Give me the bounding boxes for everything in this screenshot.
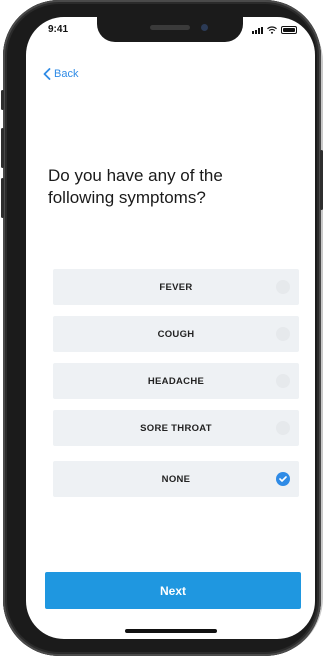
back-button[interactable]: Back	[43, 68, 78, 80]
question-heading: Do you have any of the following symptom…	[48, 166, 223, 207]
battery-icon	[281, 26, 297, 34]
option-cough[interactable]: COUGH	[53, 316, 299, 352]
option-sore-throat[interactable]: SORE THROAT	[53, 410, 299, 446]
volume-down-button	[1, 178, 4, 218]
notch	[97, 17, 243, 42]
status-icons	[252, 26, 297, 34]
option-label: COUGH	[157, 328, 195, 340]
option-fever[interactable]: FEVER	[53, 269, 299, 305]
power-button	[320, 150, 323, 210]
option-label: HEADACHE	[147, 375, 205, 387]
checkmark-circle-icon	[276, 280, 290, 294]
option-headache[interactable]: HEADACHE	[53, 363, 299, 399]
screen: 9:41 Back Do you have any of the followi…	[26, 17, 315, 639]
home-indicator	[125, 629, 217, 633]
option-label: NONE	[161, 473, 191, 485]
speaker	[150, 25, 190, 30]
checkmark-circle-icon	[276, 327, 290, 341]
symptom-options: FEVER COUGH HEADACHE SORE THROAT NONE	[53, 269, 299, 508]
status-time: 9:41	[48, 24, 69, 35]
volume-up-button	[1, 128, 4, 168]
next-button[interactable]: Next	[45, 572, 301, 609]
back-label: Back	[54, 68, 79, 80]
camera	[201, 24, 208, 31]
option-label: SORE THROAT	[140, 422, 212, 434]
wifi-icon	[267, 26, 277, 34]
chevron-left-icon	[43, 68, 51, 80]
checkmark-circle-icon	[276, 472, 290, 486]
option-label: FEVER	[159, 281, 193, 293]
checkmark-circle-icon	[276, 421, 290, 435]
checkmark-circle-icon	[276, 374, 290, 388]
mute-switch	[1, 90, 4, 110]
signal-icon	[252, 27, 263, 34]
option-none[interactable]: NONE	[53, 461, 299, 497]
phone-frame: 9:41 Back Do you have any of the followi…	[1, 0, 323, 656]
